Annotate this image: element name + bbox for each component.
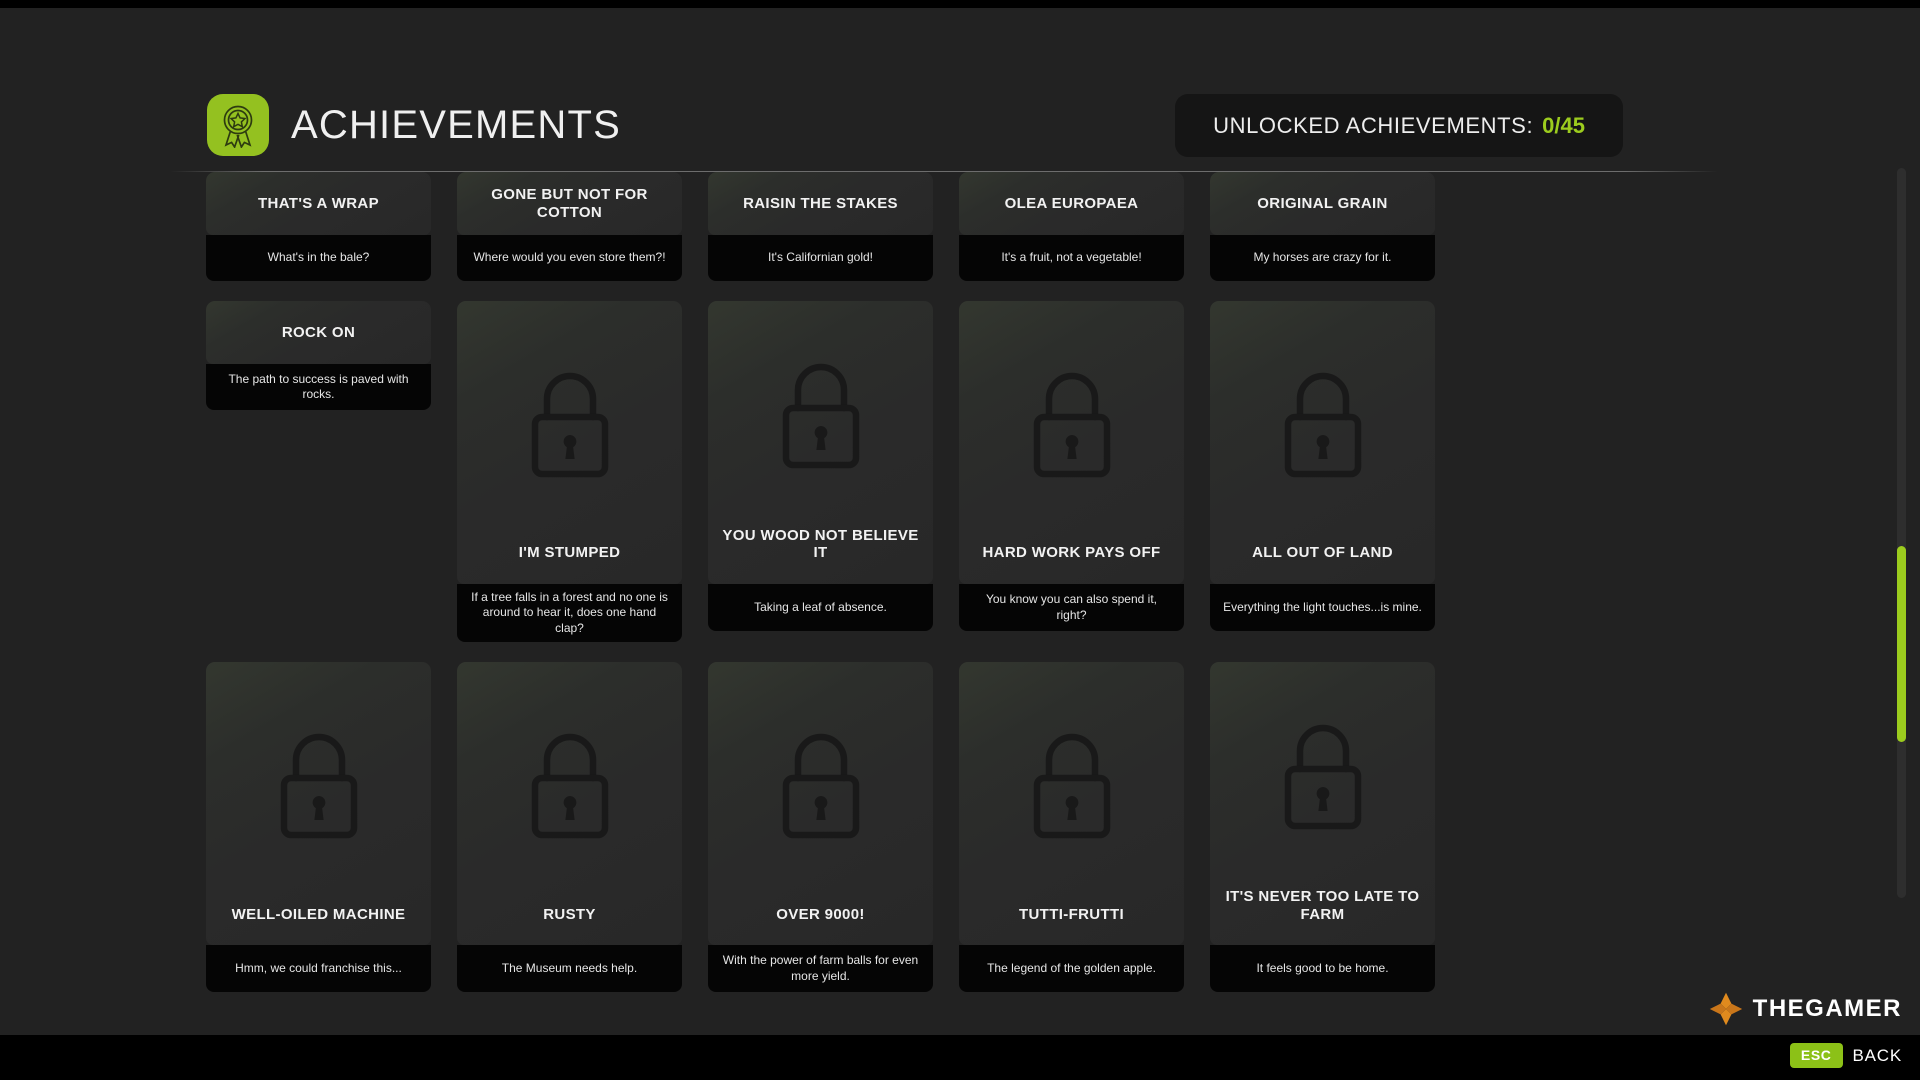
achievement-description: You know you can also spend it, right? (959, 584, 1184, 631)
achievement-title: I'M STUMPED (518, 544, 621, 562)
achievement-title: WELL-OILED MACHINE (231, 905, 406, 923)
watermark: THEGAMER (1708, 991, 1902, 1027)
letterbox-bottom (0, 1035, 1920, 1080)
lock-icon (959, 301, 1184, 544)
achievement-card[interactable]: IT'S NEVER TOO LATE TO FARM It feels good… (1210, 662, 1435, 993)
achievement-title: OVER 9000! (776, 905, 865, 923)
scrollbar-thumb[interactable] (1897, 546, 1906, 742)
lock-icon (708, 662, 933, 905)
unlocked-achievements-counter: UNLOCKED ACHIEVEMENTS: 0/45 (1175, 94, 1623, 157)
achievement-card[interactable]: OVER 9000! With the power of farm balls f… (708, 662, 933, 993)
achievement-card[interactable]: I'M STUMPED If a tree falls in a forest a… (457, 301, 682, 643)
achievement-title: ORIGINAL GRAIN (1257, 194, 1388, 212)
thegamer-diamond-icon (1709, 992, 1742, 1026)
achievement-card-body: OLEA EUROPAEA (959, 172, 1184, 235)
achievement-card-body: RUSTY (457, 662, 682, 946)
esc-key-chip[interactable]: ESC (1789, 1043, 1843, 1068)
achievement-card-body: ORIGINAL GRAIN (1210, 172, 1435, 235)
achievement-card-body: IT'S NEVER TOO LATE TO FARM (1210, 662, 1435, 946)
lock-icon (959, 662, 1184, 905)
achievement-title: TUTTI-FRUTTI (1018, 905, 1124, 923)
achievement-card-body: RAISIN THE STAKES (708, 172, 933, 235)
achievement-card-body: WELL-OILED MACHINE (206, 662, 431, 946)
achievement-card-body: YOU WOOD NOT BELIEVE IT (708, 301, 933, 584)
achievement-title: HARD WORK PAYS OFF (982, 544, 1161, 562)
counter-label: UNLOCKED ACHIEVEMENTS: (1213, 112, 1534, 138)
lock-icon (457, 301, 682, 544)
achievement-card-body: ALL OUT OF LAND (1210, 301, 1435, 584)
achievement-title: OLEA EUROPAEA (1004, 194, 1139, 212)
achievements-scroll-area[interactable]: THAT'S A WRAP What's in the bale? GONE BUT… (0, 172, 1870, 1035)
achievement-description: Hmm, we could franchise this... (206, 945, 431, 993)
achievement-description: The legend of the golden apple. (959, 945, 1184, 993)
achievement-card[interactable]: THAT'S A WRAP What's in the bale? (206, 172, 431, 281)
achievement-card[interactable]: GONE BUT NOT FOR COTTON Where would you e… (457, 172, 682, 281)
achievement-card[interactable]: RUSTY The Museum needs help. (457, 662, 682, 993)
brand-text: THEGAMER (1752, 995, 1902, 1022)
achievement-title: THAT'S A WRAP (258, 194, 379, 212)
achievement-title: ALL OUT OF LAND (1252, 544, 1393, 562)
lock-icon (1210, 662, 1435, 888)
achievement-card[interactable]: TUTTI-FRUTTI The legend of the golden app… (959, 662, 1184, 993)
page-title: ACHIEVEMENTS (291, 102, 622, 147)
achievement-card-body: OVER 9000! (708, 662, 933, 946)
vertical-scrollbar[interactable] (1897, 168, 1906, 898)
game-screen: ACHIEVEMENTS UNLOCKED ACHIEVEMENTS: 0/45… (0, 0, 1920, 1080)
achievements-grid: THAT'S A WRAP What's in the bale? GONE BUT… (206, 172, 1681, 993)
achievement-card-body: THAT'S A WRAP (206, 172, 431, 235)
lock-icon (708, 301, 933, 527)
achievement-title: IT'S NEVER TOO LATE TO FARM (1225, 887, 1420, 923)
achievement-description: With the power of farm balls for even mo… (708, 945, 933, 993)
achievement-description: It's a fruit, not a vegetable! (959, 235, 1184, 281)
achievement-card[interactable]: RAISIN THE STAKES It's Californian gold! (708, 172, 933, 281)
achievement-description: The Museum needs help. (457, 945, 682, 993)
achievement-description: Where would you even store them?! (457, 235, 682, 281)
back-label: BACK (1852, 1045, 1902, 1065)
achievement-title: ROCK ON (281, 323, 356, 341)
back-key-hint[interactable]: ESC BACK (1789, 1043, 1902, 1068)
achievement-description: The path to success is paved with rocks. (206, 364, 431, 410)
lock-icon (457, 662, 682, 905)
achievement-title: RAISIN THE STAKES (743, 194, 898, 212)
lock-icon (206, 662, 431, 905)
achievement-description: Everything the light touches...is mine. (1210, 584, 1435, 631)
achievement-description: Taking a leaf of absence. (708, 584, 933, 631)
lock-icon (1210, 301, 1435, 544)
achievement-card[interactable]: OLEA EUROPAEA It's a fruit, not a vegetab… (959, 172, 1184, 281)
page-header: ACHIEVEMENTS UNLOCKED ACHIEVEMENTS: 0/45 (0, 8, 1920, 172)
achievement-description: It feels good to be home. (1210, 945, 1435, 993)
achievement-card-body: GONE BUT NOT FOR COTTON (457, 172, 682, 235)
counter-value: 0/45 (1542, 112, 1585, 138)
achievements-screen: ACHIEVEMENTS UNLOCKED ACHIEVEMENTS: 0/45… (0, 8, 1920, 1035)
award-ribbon-icon (207, 94, 269, 156)
achievement-description: What's in the bale? (206, 235, 431, 281)
achievement-description: If a tree falls in a forest and no one i… (457, 584, 682, 643)
achievement-description: My horses are crazy for it. (1210, 235, 1435, 281)
achievement-title: GONE BUT NOT FOR COTTON (491, 185, 648, 221)
achievement-card[interactable]: YOU WOOD NOT BELIEVE IT Taking a leaf of … (708, 301, 933, 642)
achievement-card[interactable]: ALL OUT OF LAND Everything the light touc… (1210, 301, 1435, 642)
achievement-title: RUSTY (543, 905, 596, 923)
title-group: ACHIEVEMENTS (207, 94, 621, 156)
achievement-card[interactable]: ORIGINAL GRAIN My horses are crazy for it… (1210, 172, 1435, 281)
achievement-card[interactable]: WELL-OILED MACHINE Hmm, we could franchis… (206, 662, 431, 993)
achievement-card[interactable]: HARD WORK PAYS OFF You know you can also … (959, 301, 1184, 642)
achievement-card-body: ROCK ON (206, 301, 431, 364)
achievement-card-body: I'M STUMPED (457, 301, 682, 584)
achievement-card-body: TUTTI-FRUTTI (959, 662, 1184, 946)
achievement-description: It's Californian gold! (708, 235, 933, 281)
achievement-title: YOU WOOD NOT BELIEVE IT (722, 526, 919, 562)
letterbox-top (0, 0, 1920, 8)
achievement-card-body: HARD WORK PAYS OFF (959, 301, 1184, 584)
achievement-card[interactable]: ROCK ON The path to success is paved with… (206, 301, 431, 642)
